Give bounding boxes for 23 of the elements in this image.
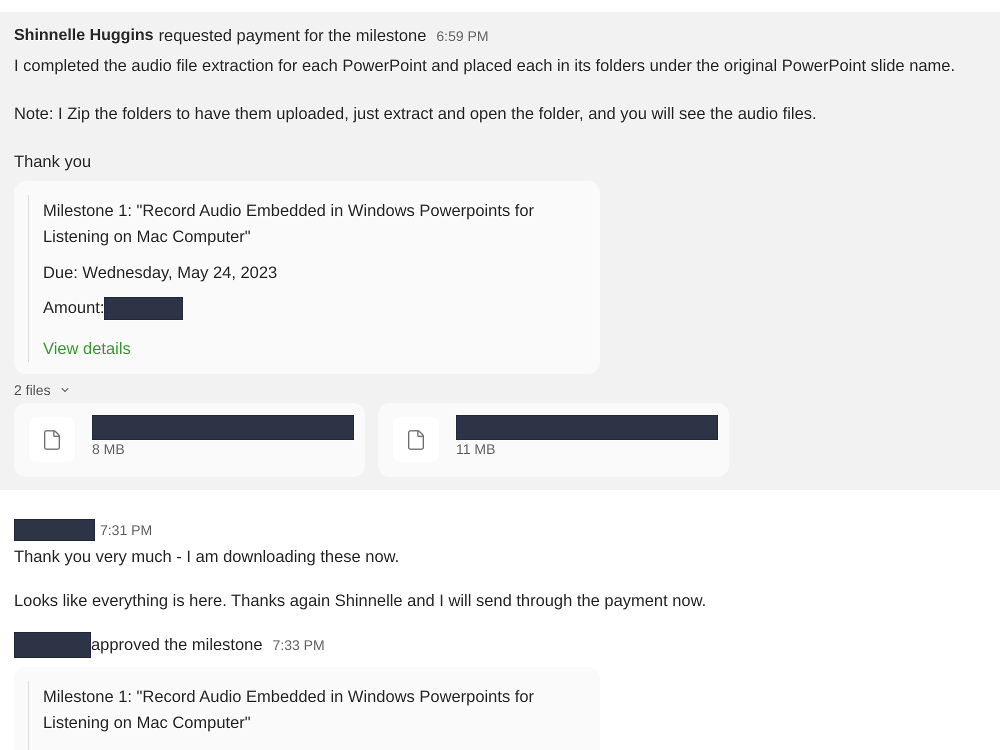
- timestamp: 6:59 PM: [436, 26, 489, 46]
- action-text: requested payment for the milestone: [158, 26, 426, 47]
- milestone-title: Milestone 1: "Record Audio Embedded in Windows Powerpoints for Listening on Mac Computer": [43, 201, 536, 248]
- message-text: Note: I Zip the folders to have them uploaded, just extract and open the folder, and you will see the audio files.: [14, 104, 817, 125]
- message-text: Thank you very much - I am downloading these now.: [14, 547, 400, 568]
- file-size: 11 MB: [456, 441, 496, 458]
- view-details-link[interactable]: View details: [43, 336, 131, 362]
- file-card[interactable]: 11 MB: [378, 403, 729, 477]
- due-date: Due: Wednesday, May 24, 2023: [43, 263, 278, 284]
- file-count-toggle[interactable]: 2 files: [14, 380, 71, 400]
- sender-name: Shinnelle Huggins: [14, 26, 154, 46]
- message-text: Looks like everything is here. Thanks again Shinnelle and I will send through the payment now.: [14, 591, 706, 612]
- file-card[interactable]: 8 MB: [14, 403, 365, 477]
- timestamp: 7:31 PM: [100, 520, 152, 540]
- message-text: I completed the audio file extraction for each PowerPoint and placed each in its folders under the original PowerPoint slide name.: [14, 56, 956, 77]
- file-icon: [393, 417, 439, 462]
- timestamp: 7:33 PM: [272, 636, 325, 654]
- file-icon: [29, 417, 75, 462]
- milestone-title: Milestone 1: "Record Audio Embedded in Windows Powerpoints for Listening on Mac Computer": [43, 687, 536, 734]
- file-size: 8 MB: [92, 441, 125, 458]
- amount-label: Amount:: [43, 298, 104, 319]
- action-text: approved the milestone: [91, 634, 263, 656]
- message-text: Thank you: [14, 152, 92, 173]
